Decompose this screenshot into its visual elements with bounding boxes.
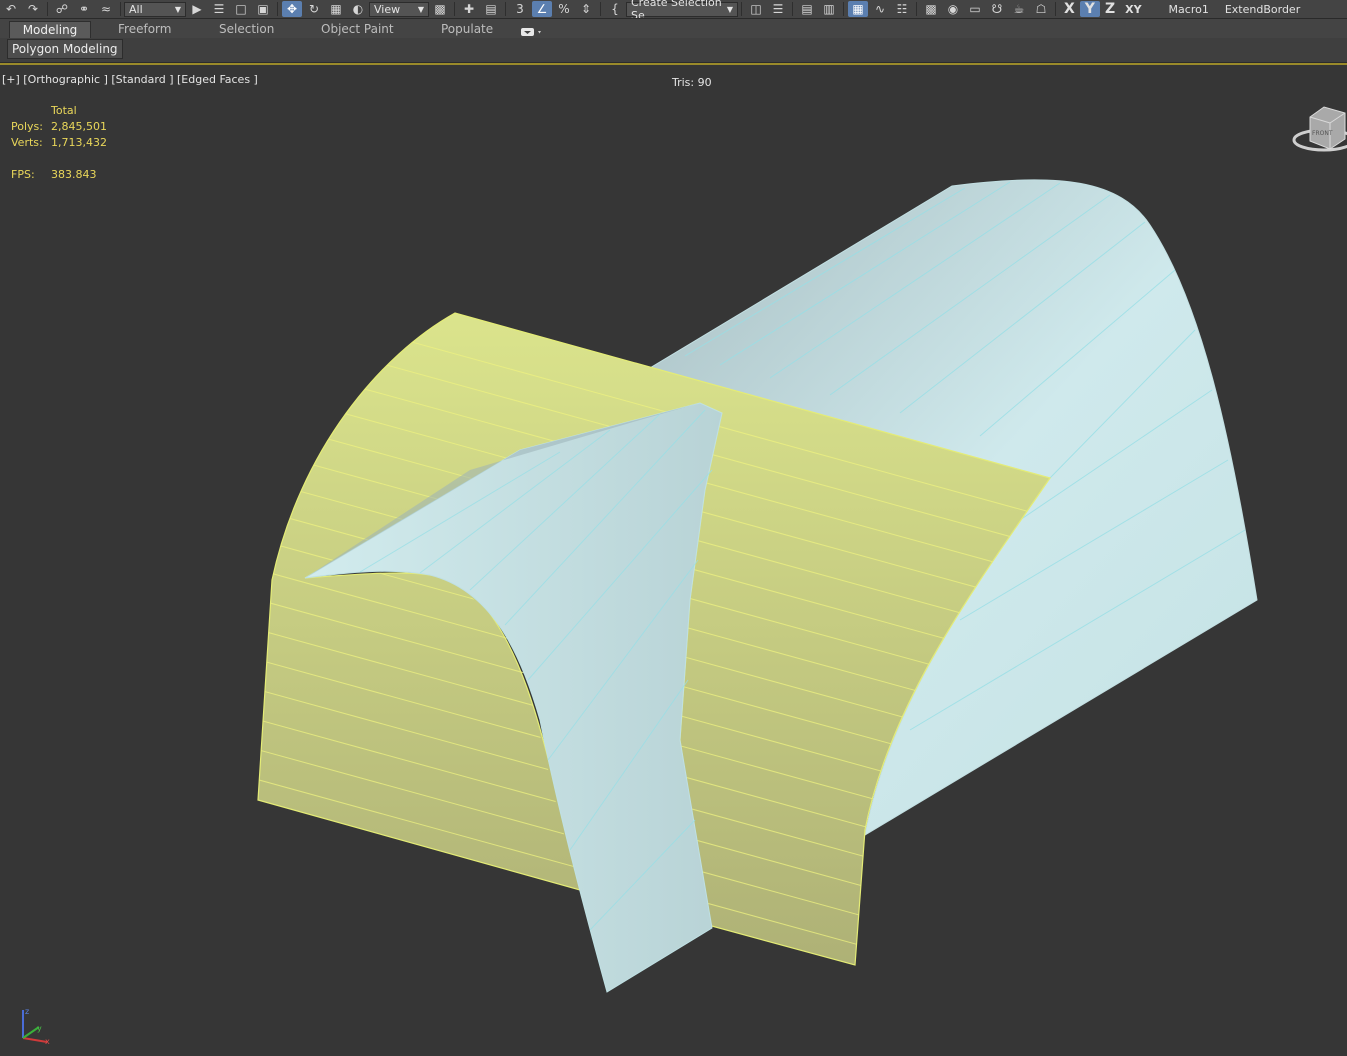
toolbar-divider — [454, 2, 455, 16]
window-crossing-icon[interactable]: ▣ — [253, 1, 273, 17]
tab-object-paint[interactable]: Object Paint — [321, 21, 394, 37]
named-selection-dropdown[interactable]: Create Selection Se ▼ — [626, 0, 738, 19]
keyboard-shortcut-override-icon[interactable]: ▤ — [481, 1, 501, 17]
material-editor-icon[interactable]: ▩ — [921, 1, 941, 17]
toolbar-divider — [843, 2, 844, 16]
scene-geometry — [257, 179, 1258, 993]
render-iterative-icon[interactable]: ☕ — [1009, 1, 1029, 17]
selection-filter-dropdown[interactable]: All ▼ — [124, 1, 186, 17]
svg-text:y: y — [37, 1024, 42, 1033]
spinner-snap-icon[interactable]: ⇕ — [576, 1, 596, 17]
scene-explorer-icon[interactable]: ▥ — [819, 1, 839, 17]
axis-z-label: Z — [1104, 1, 1116, 17]
extend-border-button[interactable]: ExtendBorder — [1217, 3, 1308, 16]
render-activeshade-icon[interactable]: ☖ — [1031, 1, 1051, 17]
macro1-button[interactable]: Macro1 — [1147, 3, 1217, 16]
move-icon[interactable]: ✥ — [282, 1, 302, 17]
undo-icon[interactable]: ↶ — [1, 1, 21, 17]
curve-editor-icon[interactable]: ∿ — [870, 1, 890, 17]
ribbon-panel-bar: Polygon Modeling — [0, 38, 1347, 63]
reference-coordinate-value: View — [374, 2, 401, 16]
percent-snap-label: % — [558, 2, 570, 16]
toolbar-divider — [277, 2, 278, 16]
viewcube-face-label: FRONT — [1312, 130, 1333, 137]
link-icon[interactable]: ☍ — [52, 1, 72, 17]
unlink-icon[interactable]: ⚭ — [74, 1, 94, 17]
layer-manager-icon[interactable]: ▤ — [797, 1, 817, 17]
toolbar-divider — [916, 2, 917, 16]
toolbar-divider — [47, 2, 48, 16]
select-by-name-icon[interactable]: ☰ — [209, 1, 229, 17]
toolbar-divider — [792, 2, 793, 16]
toolbar-divider — [505, 2, 506, 16]
tab-modeling[interactable]: Modeling — [9, 21, 91, 38]
viewport-perspective[interactable]: [+] [Orthographic ] [Standard ] [Edged F… — [0, 65, 1347, 1056]
ribbon-tab-bar: Modeling Freeform Selection Object Paint… — [0, 19, 1347, 38]
bind-spacewarp-icon[interactable]: ≈ — [96, 1, 116, 17]
select-manipulate-icon[interactable]: ✚ — [459, 1, 479, 17]
snaps-toggle-icon[interactable]: 3 — [510, 1, 530, 17]
ribbon-options-icon — [521, 28, 541, 36]
axis-y-label: Y — [1084, 1, 1095, 17]
selection-filter-value: All — [129, 2, 143, 16]
rectangular-selection-icon[interactable]: □ — [231, 1, 251, 17]
toolbar-divider — [120, 2, 121, 16]
edit-named-selection-icon[interactable]: { — [605, 1, 625, 17]
percent-snap-icon[interactable]: % — [554, 1, 574, 17]
axis-tripod-icon: z y x — [22, 1007, 50, 1046]
mirror-icon[interactable]: ◫ — [746, 1, 766, 17]
toolbar-divider — [741, 2, 742, 16]
axis-xy-label: XY — [1125, 2, 1142, 16]
ribbon-options-button[interactable] — [520, 23, 544, 36]
placement-icon[interactable]: ◐ — [348, 1, 368, 17]
snaps-label: 3 — [516, 2, 524, 16]
axis-tripod: z y x — [15, 1003, 55, 1046]
named-selection-value: Create Selection Se — [631, 0, 722, 19]
toolbar-divider — [1055, 2, 1056, 16]
chevron-down-icon: ▼ — [726, 4, 733, 14]
rotate-icon[interactable]: ↻ — [304, 1, 324, 17]
svg-text:x: x — [45, 1037, 50, 1045]
render-setup-icon[interactable]: ◉ — [943, 1, 963, 17]
schematic-view-icon[interactable]: ☷ — [892, 1, 912, 17]
reference-coordinate-dropdown[interactable]: View ▼ — [369, 1, 429, 17]
chevron-down-icon: ▼ — [174, 4, 181, 14]
viewcube[interactable]: FRONT — [1290, 99, 1347, 157]
render-production-icon[interactable]: ☋ — [987, 1, 1007, 17]
redo-icon[interactable]: ↷ — [23, 1, 43, 17]
select-object-icon[interactable]: ▶ — [187, 1, 207, 17]
polygon-modeling-panel-tab[interactable]: Polygon Modeling — [7, 39, 123, 59]
pivot-center-icon[interactable]: ▩ — [430, 1, 450, 17]
viewcube-icon: FRONT — [1292, 106, 1347, 152]
axis-xy-button[interactable]: XY — [1120, 3, 1146, 16]
chevron-down-icon: ▼ — [417, 4, 424, 14]
tab-selection[interactable]: Selection — [219, 21, 274, 37]
svg-text:z: z — [25, 1007, 29, 1016]
ribbon-toggle-icon[interactable]: ▦ — [848, 1, 868, 17]
axis-x-button[interactable]: X — [1059, 1, 1080, 17]
scale-icon[interactable]: ▦ — [326, 1, 346, 17]
axis-z-button[interactable]: Z — [1100, 1, 1120, 17]
angle-snap-icon[interactable]: ∠ — [532, 1, 552, 17]
align-icon[interactable]: ☰ — [768, 1, 788, 17]
tab-populate[interactable]: Populate — [441, 21, 493, 37]
rendered-frame-icon[interactable]: ▭ — [965, 1, 985, 17]
main-toolbar: ↶ ↷ ☍ ⚭ ≈ All ▼ ▶ ☰ □ ▣ ✥ ↻ ▦ ◐ View ▼ ▩ ✚… — [0, 0, 1347, 19]
toolbar-divider — [600, 2, 601, 16]
axis-x-label: X — [1064, 1, 1075, 17]
tab-freeform[interactable]: Freeform — [118, 21, 171, 37]
axis-y-button[interactable]: Y — [1079, 1, 1100, 17]
